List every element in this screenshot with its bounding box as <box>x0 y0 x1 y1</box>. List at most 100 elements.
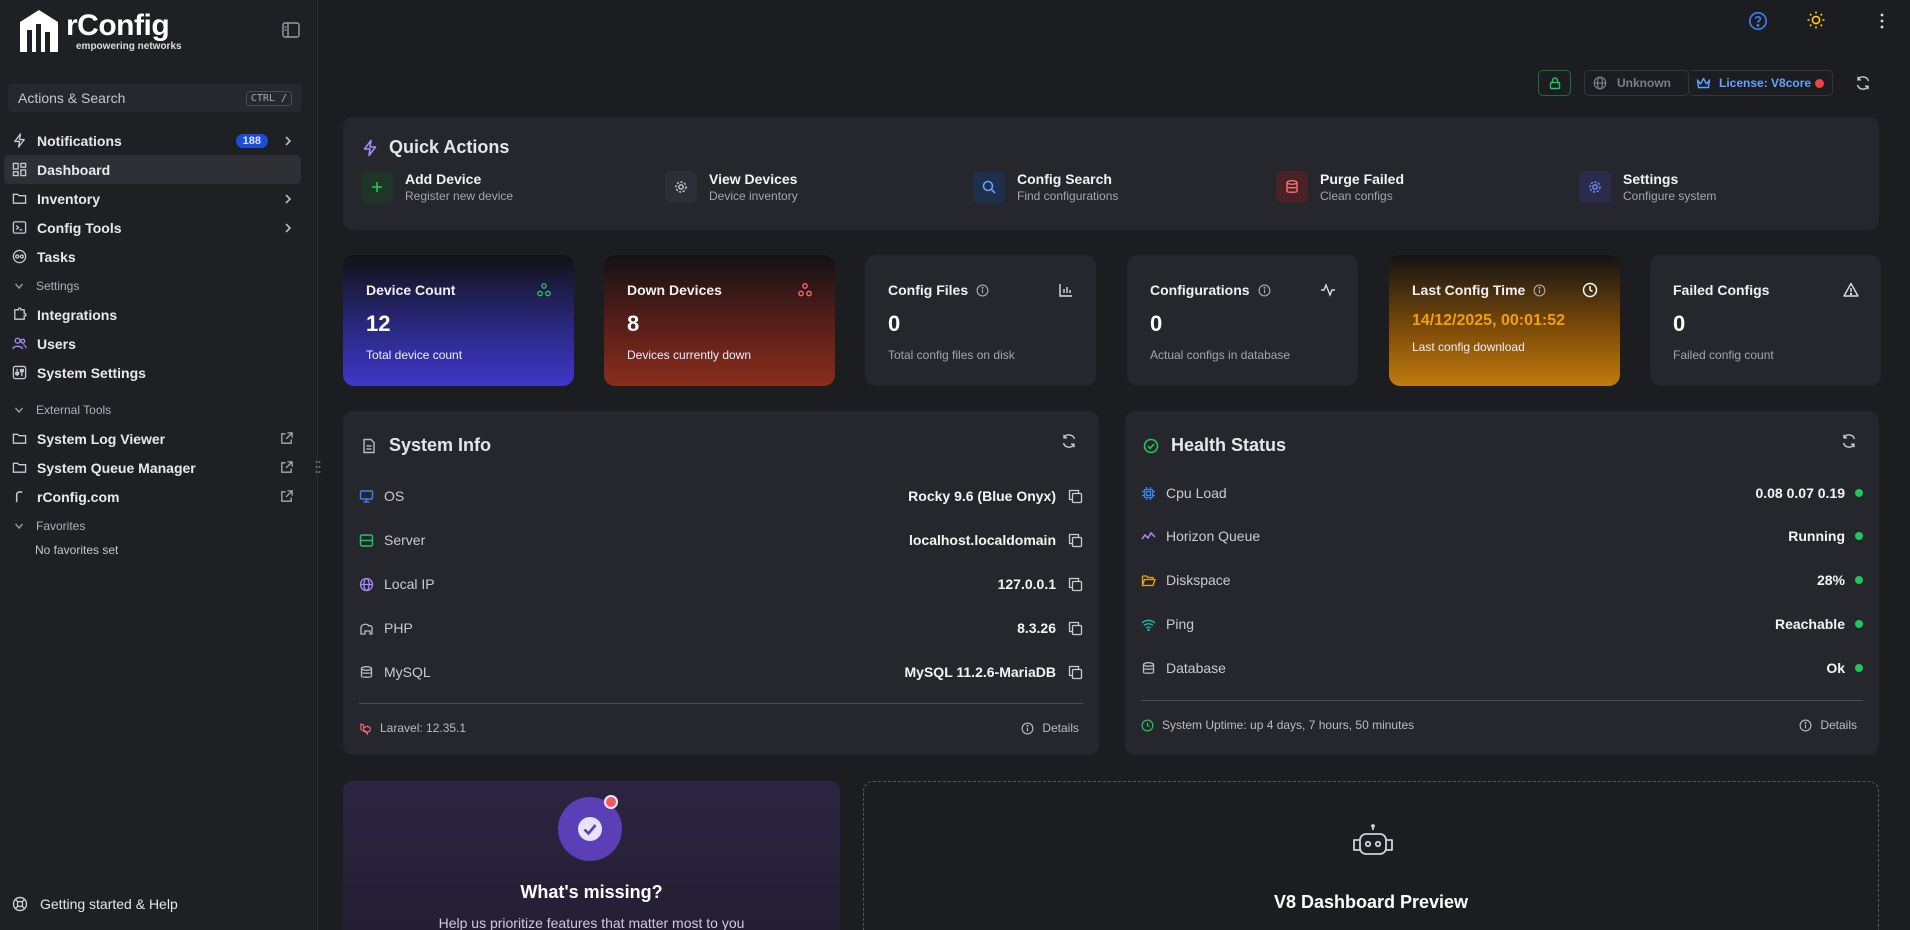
sidebar-item-tasks[interactable]: Tasks <box>0 242 300 271</box>
scrollbar[interactable] <box>1905 0 1910 930</box>
rconfig-logo-icon <box>20 10 58 52</box>
whats-missing-card[interactable]: What's missing? Help us prioritize featu… <box>343 781 840 930</box>
sidebar-item-system-settings[interactable]: System Settings <box>0 358 300 387</box>
lightning-icon <box>14 133 25 148</box>
sidebar-group-external-tools[interactable]: External Tools <box>0 395 318 424</box>
external-link-icon <box>281 461 293 473</box>
sidebar-collapse-icon[interactable] <box>282 22 300 38</box>
database-icon <box>1286 180 1298 193</box>
refresh-icon[interactable] <box>1855 75 1871 91</box>
quick-action-add-device[interactable]: Add Device Register new device <box>361 171 513 203</box>
quick-action-settings[interactable]: Settings Configure system <box>1579 171 1716 203</box>
health-row-horizon-queue: Horizon Queue Running <box>1141 524 1863 548</box>
search-icon <box>982 180 996 194</box>
folder-icon <box>12 462 27 473</box>
brand-tagline: empowering networks <box>76 40 182 52</box>
copy-icon[interactable] <box>1068 665 1083 680</box>
warning-triangle-icon <box>1843 282 1859 297</box>
sidebar-item-dashboard[interactable]: Dashboard <box>4 155 301 184</box>
divider <box>359 703 1083 704</box>
health-details-link[interactable]: Details <box>1799 718 1857 732</box>
sidebar-item-label: Users <box>37 335 76 352</box>
sidebar-item-log-viewer[interactable]: System Log Viewer <box>0 424 300 453</box>
sidebar-item-integrations[interactable]: Integrations <box>0 300 300 329</box>
chevron-right-icon <box>285 135 292 146</box>
whats-missing-title: What's missing? <box>520 882 663 902</box>
sidebar-item-rconfig-com[interactable]: rConfig.com <box>0 482 300 511</box>
stat-down-devices[interactable]: Down Devices 8 Devices currently down <box>604 255 835 386</box>
info-icon[interactable] <box>1258 284 1271 297</box>
external-link-icon <box>281 432 293 444</box>
health-status-title: Health Status <box>1143 435 1286 456</box>
rconfig-icon <box>15 491 23 503</box>
status-dot <box>1855 576 1863 584</box>
copy-icon[interactable] <box>1068 577 1083 592</box>
lock-status-button[interactable] <box>1538 70 1571 96</box>
sidebar-item-inventory[interactable]: Inventory <box>0 184 300 213</box>
chevron-down-icon <box>14 523 24 529</box>
network-status-text: Unknown <box>1617 76 1671 90</box>
system-info-details-link[interactable]: Details <box>1021 721 1079 735</box>
info-icon <box>1799 719 1812 731</box>
whats-missing-text: Help us prioritize features that matter … <box>438 915 745 930</box>
folder-icon <box>12 193 27 204</box>
sidebar-item-notifications[interactable]: Notifications 188 <box>0 126 300 155</box>
sun-icon[interactable] <box>1806 10 1826 30</box>
puzzle-icon <box>14 307 27 320</box>
license-status-dot <box>1815 78 1824 88</box>
network-nodes-icon <box>537 283 551 297</box>
dashboard-grid-icon <box>12 162 27 177</box>
refresh-icon[interactable] <box>1841 433 1857 449</box>
help-circle-icon[interactable] <box>1748 11 1768 31</box>
network-status-pill[interactable]: Unknown <box>1584 70 1689 96</box>
actions-search[interactable]: Actions & Search CTRL / <box>8 84 302 112</box>
tasks-icon <box>12 249 27 264</box>
quick-action-purge-failed[interactable]: Purge Failed Clean configs <box>1276 171 1404 203</box>
stat-failed-configs[interactable]: Failed Configs 0 Failed config count <box>1650 255 1881 386</box>
laravel-version: Laravel: 12.35.1 <box>359 721 466 735</box>
dashboard-preview-card[interactable]: V8 Dashboard Preview <box>863 781 1879 930</box>
notification-dot <box>604 795 618 809</box>
stat-configurations[interactable]: Configurations 0 Actual configs in datab… <box>1127 255 1358 386</box>
gear-icon <box>675 181 687 193</box>
more-vertical-icon[interactable] <box>1872 11 1892 31</box>
info-row-mysql: MySQL MySQL 11.2.6-MariaDB <box>359 660 1083 684</box>
copy-icon[interactable] <box>1068 621 1083 636</box>
sidebar-item-queue-manager[interactable]: System Queue Manager <box>0 453 300 482</box>
sidebar-item-label: Config Tools <box>37 219 122 236</box>
brand[interactable]: rConfig empowering networks <box>18 8 182 54</box>
info-icon[interactable] <box>976 284 989 297</box>
database-icon <box>1142 661 1155 674</box>
system-info-title: System Info <box>361 435 491 456</box>
sidebar-group-favorites[interactable]: Favorites <box>0 511 318 540</box>
stat-config-files[interactable]: Config Files 0 Total config files on dis… <box>865 255 1096 386</box>
help-label: Getting started & Help <box>40 896 178 912</box>
sidebar-item-label: Notifications <box>37 132 122 149</box>
info-icon[interactable] <box>1533 284 1546 297</box>
sidebar-item-users[interactable]: Users <box>0 329 300 358</box>
sidebar-item-config-tools[interactable]: Config Tools <box>0 213 300 242</box>
folder-open-icon <box>1141 574 1156 586</box>
folder-icon <box>12 433 27 444</box>
document-icon <box>363 438 375 453</box>
chevron-down-icon <box>14 283 24 289</box>
stat-last-config-time[interactable]: Last Config Time 14/12/2025, 00:01:52 La… <box>1389 255 1620 386</box>
lightning-icon <box>363 139 377 156</box>
sidebar-group-label: Favorites <box>36 518 86 533</box>
notification-count-badge: 188 <box>235 133 268 148</box>
quick-action-config-search[interactable]: Config Search Find configurations <box>973 171 1118 203</box>
help-link[interactable]: Getting started & Help <box>12 896 178 912</box>
sidebar-resize-handle-icon[interactable] <box>315 460 321 474</box>
stat-device-count[interactable]: Device Count 12 Total device count <box>343 255 574 386</box>
crown-icon <box>1696 77 1711 89</box>
status-dot <box>1855 532 1863 540</box>
quick-action-view-devices[interactable]: View Devices Device inventory <box>665 171 798 203</box>
status-dot <box>1855 620 1863 628</box>
refresh-icon[interactable] <box>1061 433 1077 449</box>
copy-icon[interactable] <box>1068 533 1083 548</box>
copy-icon[interactable] <box>1068 489 1083 504</box>
sidebar-group-settings[interactable]: Settings <box>0 271 318 300</box>
dashboard-preview-title: V8 Dashboard Preview <box>1273 892 1469 912</box>
license-pill[interactable]: License: V8core <box>1688 70 1833 96</box>
status-dot <box>1855 489 1863 497</box>
